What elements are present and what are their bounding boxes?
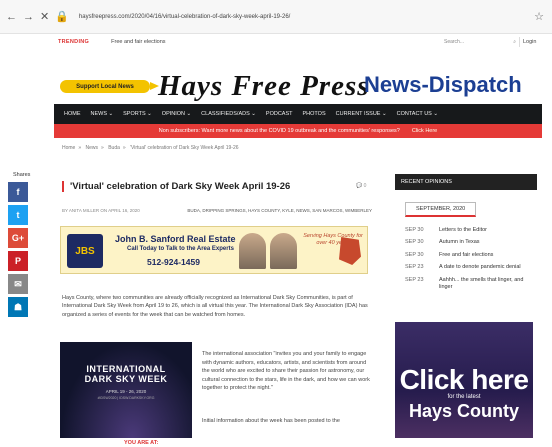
breadcrumb: YOU ARE AT: Home» News» Buda» 'Virtual' … xyxy=(62,145,239,446)
ad-name: John B. Sanford Real Estate xyxy=(115,234,236,244)
promo-click-here: Click here xyxy=(399,364,529,395)
dark-sky-title-line1: INTERNATIONAL xyxy=(86,364,166,374)
article-categories[interactable]: BUDA, DRIPPING SPRINGS, HAYS COUNTY, KYL… xyxy=(187,208,372,213)
opinion-date: SEP 30 xyxy=(405,239,424,246)
list-item[interactable]: SEP 30 Free and fair elections xyxy=(405,252,537,259)
agent-photos xyxy=(237,233,299,269)
ad-subtitle: Call Today to Talk to the Area Experts xyxy=(127,246,234,252)
facebook-share-button[interactable]: f xyxy=(8,182,28,202)
search-placeholder: Search... xyxy=(444,39,465,45)
opinion-title[interactable]: Autumn in Texas xyxy=(439,239,480,246)
list-item[interactable]: SEP 23 Aahhh... the smells that linger, a… xyxy=(405,277,537,292)
article-body-paragraph: The international association "invites y… xyxy=(202,351,370,392)
real-estate-ad[interactable]: JBS John B. Sanford Real Estate Call Tod… xyxy=(60,226,368,274)
close-icon[interactable]: ✕ xyxy=(40,10,49,23)
star-icon[interactable]: ☆ xyxy=(534,10,544,23)
nav-home[interactable]: HOME xyxy=(64,111,81,117)
opinion-title[interactable]: Aahhh... the smells that linger, and lin… xyxy=(439,277,537,292)
hays-free-press-logo[interactable]: Hays Free Press xyxy=(158,70,370,103)
breadcrumb-lead: YOU ARE AT: xyxy=(124,440,159,446)
opinion-date: SEP 23 xyxy=(405,276,424,283)
ad-phone: 512-924-1459 xyxy=(147,257,200,267)
news-dispatch-logo[interactable]: News-Dispatch xyxy=(364,72,522,98)
alert-click-here-link[interactable]: Click Here xyxy=(412,128,437,134)
nav-photos[interactable]: PHOTOS xyxy=(303,111,326,117)
breadcrumb-current: 'Virtual' celebration of Dark Sky Week A… xyxy=(130,145,239,151)
article-body-paragraph-2: Initial information about the week has b… xyxy=(202,418,340,424)
trending-label: TRENDING xyxy=(58,39,90,45)
article-meta: BY ANITA MILLER ON APRIL 16, 2020 BUDA, … xyxy=(62,208,372,213)
list-item[interactable]: SEP 30 Autumn in Texas xyxy=(405,239,537,246)
back-icon[interactable]: ← xyxy=(6,11,17,23)
dark-sky-title-line2: DARK SKY WEEK xyxy=(84,374,168,385)
forward-icon[interactable]: → xyxy=(23,11,34,23)
nav-classifieds[interactable]: CLASSIFIEDS/ADS ⌄ xyxy=(201,111,256,117)
article-title: 'Virtual' celebration of Dark Sky Week A… xyxy=(62,181,290,192)
search-input[interactable]: Search... ⌕ xyxy=(444,37,520,47)
nav-contact-us[interactable]: CONTACT US ⌄ xyxy=(397,111,438,117)
pinterest-share-button[interactable]: P xyxy=(8,251,28,271)
promo-hays-county: Hays County xyxy=(408,401,520,421)
login-link[interactable]: Login xyxy=(523,39,536,45)
google-plus-share-button[interactable]: G+ xyxy=(8,228,28,248)
breadcrumb-buda[interactable]: Buda xyxy=(108,145,120,151)
share-bar: Shares f t G+ P ✉ ☗ xyxy=(8,172,30,320)
browser-toolbar: ← → ✕ 🔒 haysfreepress.com/2020/04/16/vir… xyxy=(0,0,552,34)
list-item[interactable]: SEP 23 A date to denote pandemic denial xyxy=(405,264,537,271)
covid-alert-bar: Non subscribers: Want more news about th… xyxy=(54,124,542,138)
nav-opinion[interactable]: OPINION ⌄ xyxy=(162,111,191,117)
article-byline[interactable]: BY ANITA MILLER ON APRIL 16, 2020 xyxy=(62,208,140,213)
bookmark-share-button[interactable]: ☗ xyxy=(8,297,28,317)
comment-count[interactable]: 💬 0 xyxy=(356,183,366,189)
top-bar: TRENDING Free and fair elections Search.… xyxy=(0,34,552,50)
support-local-news-button[interactable]: Support Local News xyxy=(60,80,159,93)
alert-text: Non subscribers: Want more news about th… xyxy=(158,128,400,134)
share-label: Shares xyxy=(13,172,31,178)
opinion-date: SEP 30 xyxy=(405,227,424,233)
opinion-list: SEP 30 Letters to the Editor SEP 30 Autumn… xyxy=(395,227,537,292)
main-nav: HOME NEWS ⌄ SPORTS ⌄ OPINION ⌄ CLASSIFIE… xyxy=(54,104,542,124)
comment-count-value: 0 xyxy=(363,183,367,189)
nav-sports[interactable]: SPORTS ⌄ xyxy=(123,111,152,117)
breadcrumb-home[interactable]: Home xyxy=(62,145,75,151)
dark-sky-week-image: INTERNATIONAL DARK SKY WEEK APRIL 19 - 26… xyxy=(60,342,192,438)
texas-county-map-icon xyxy=(339,237,361,265)
trending-headline[interactable]: Free and fair elections xyxy=(111,39,165,45)
article-lead-paragraph: Hays County, where two communities are a… xyxy=(62,295,368,318)
lock-icon: 🔒 xyxy=(55,11,69,23)
search-icon[interactable]: ⌕ xyxy=(513,39,516,45)
dark-sky-dates: APRIL 19 - 26, 2020 xyxy=(105,388,147,394)
breadcrumb-news[interactable]: News xyxy=(86,145,99,151)
recent-opinions-widget: RECENT OPINIONS SEPTEMBER, 2020 SEP 30 Le… xyxy=(395,174,537,297)
jbs-logo: JBS xyxy=(67,234,103,268)
twitter-share-button[interactable]: t xyxy=(8,205,28,225)
email-share-button[interactable]: ✉ xyxy=(8,274,28,294)
widget-heading: RECENT OPINIONS xyxy=(395,174,537,190)
opinion-title[interactable]: Free and fair elections xyxy=(439,252,493,259)
opinion-title[interactable]: Letters to the Editor xyxy=(439,227,487,234)
nav-podcast[interactable]: PODCAST xyxy=(266,111,293,117)
opinion-date: SEP 23 xyxy=(405,264,424,271)
hays-county-promo-banner[interactable]: Click here for the latest Hays County xyxy=(395,322,533,438)
month-tab[interactable]: SEPTEMBER, 2020 xyxy=(405,202,477,217)
address-bar[interactable]: haysfreepress.com/2020/04/16/virtual-cel… xyxy=(79,14,290,20)
nav-current-issue[interactable]: CURRENT ISSUE ⌄ xyxy=(336,111,387,117)
opinion-date: SEP 30 xyxy=(405,251,424,258)
dark-sky-hashtag: #IDSW2020 | IDSW.DARKSKY.ORG xyxy=(97,395,155,400)
list-item[interactable]: SEP 30 Letters to the Editor xyxy=(405,227,537,234)
opinion-title[interactable]: A date to denote pandemic denial xyxy=(439,264,521,271)
nav-news[interactable]: NEWS ⌄ xyxy=(91,111,114,117)
